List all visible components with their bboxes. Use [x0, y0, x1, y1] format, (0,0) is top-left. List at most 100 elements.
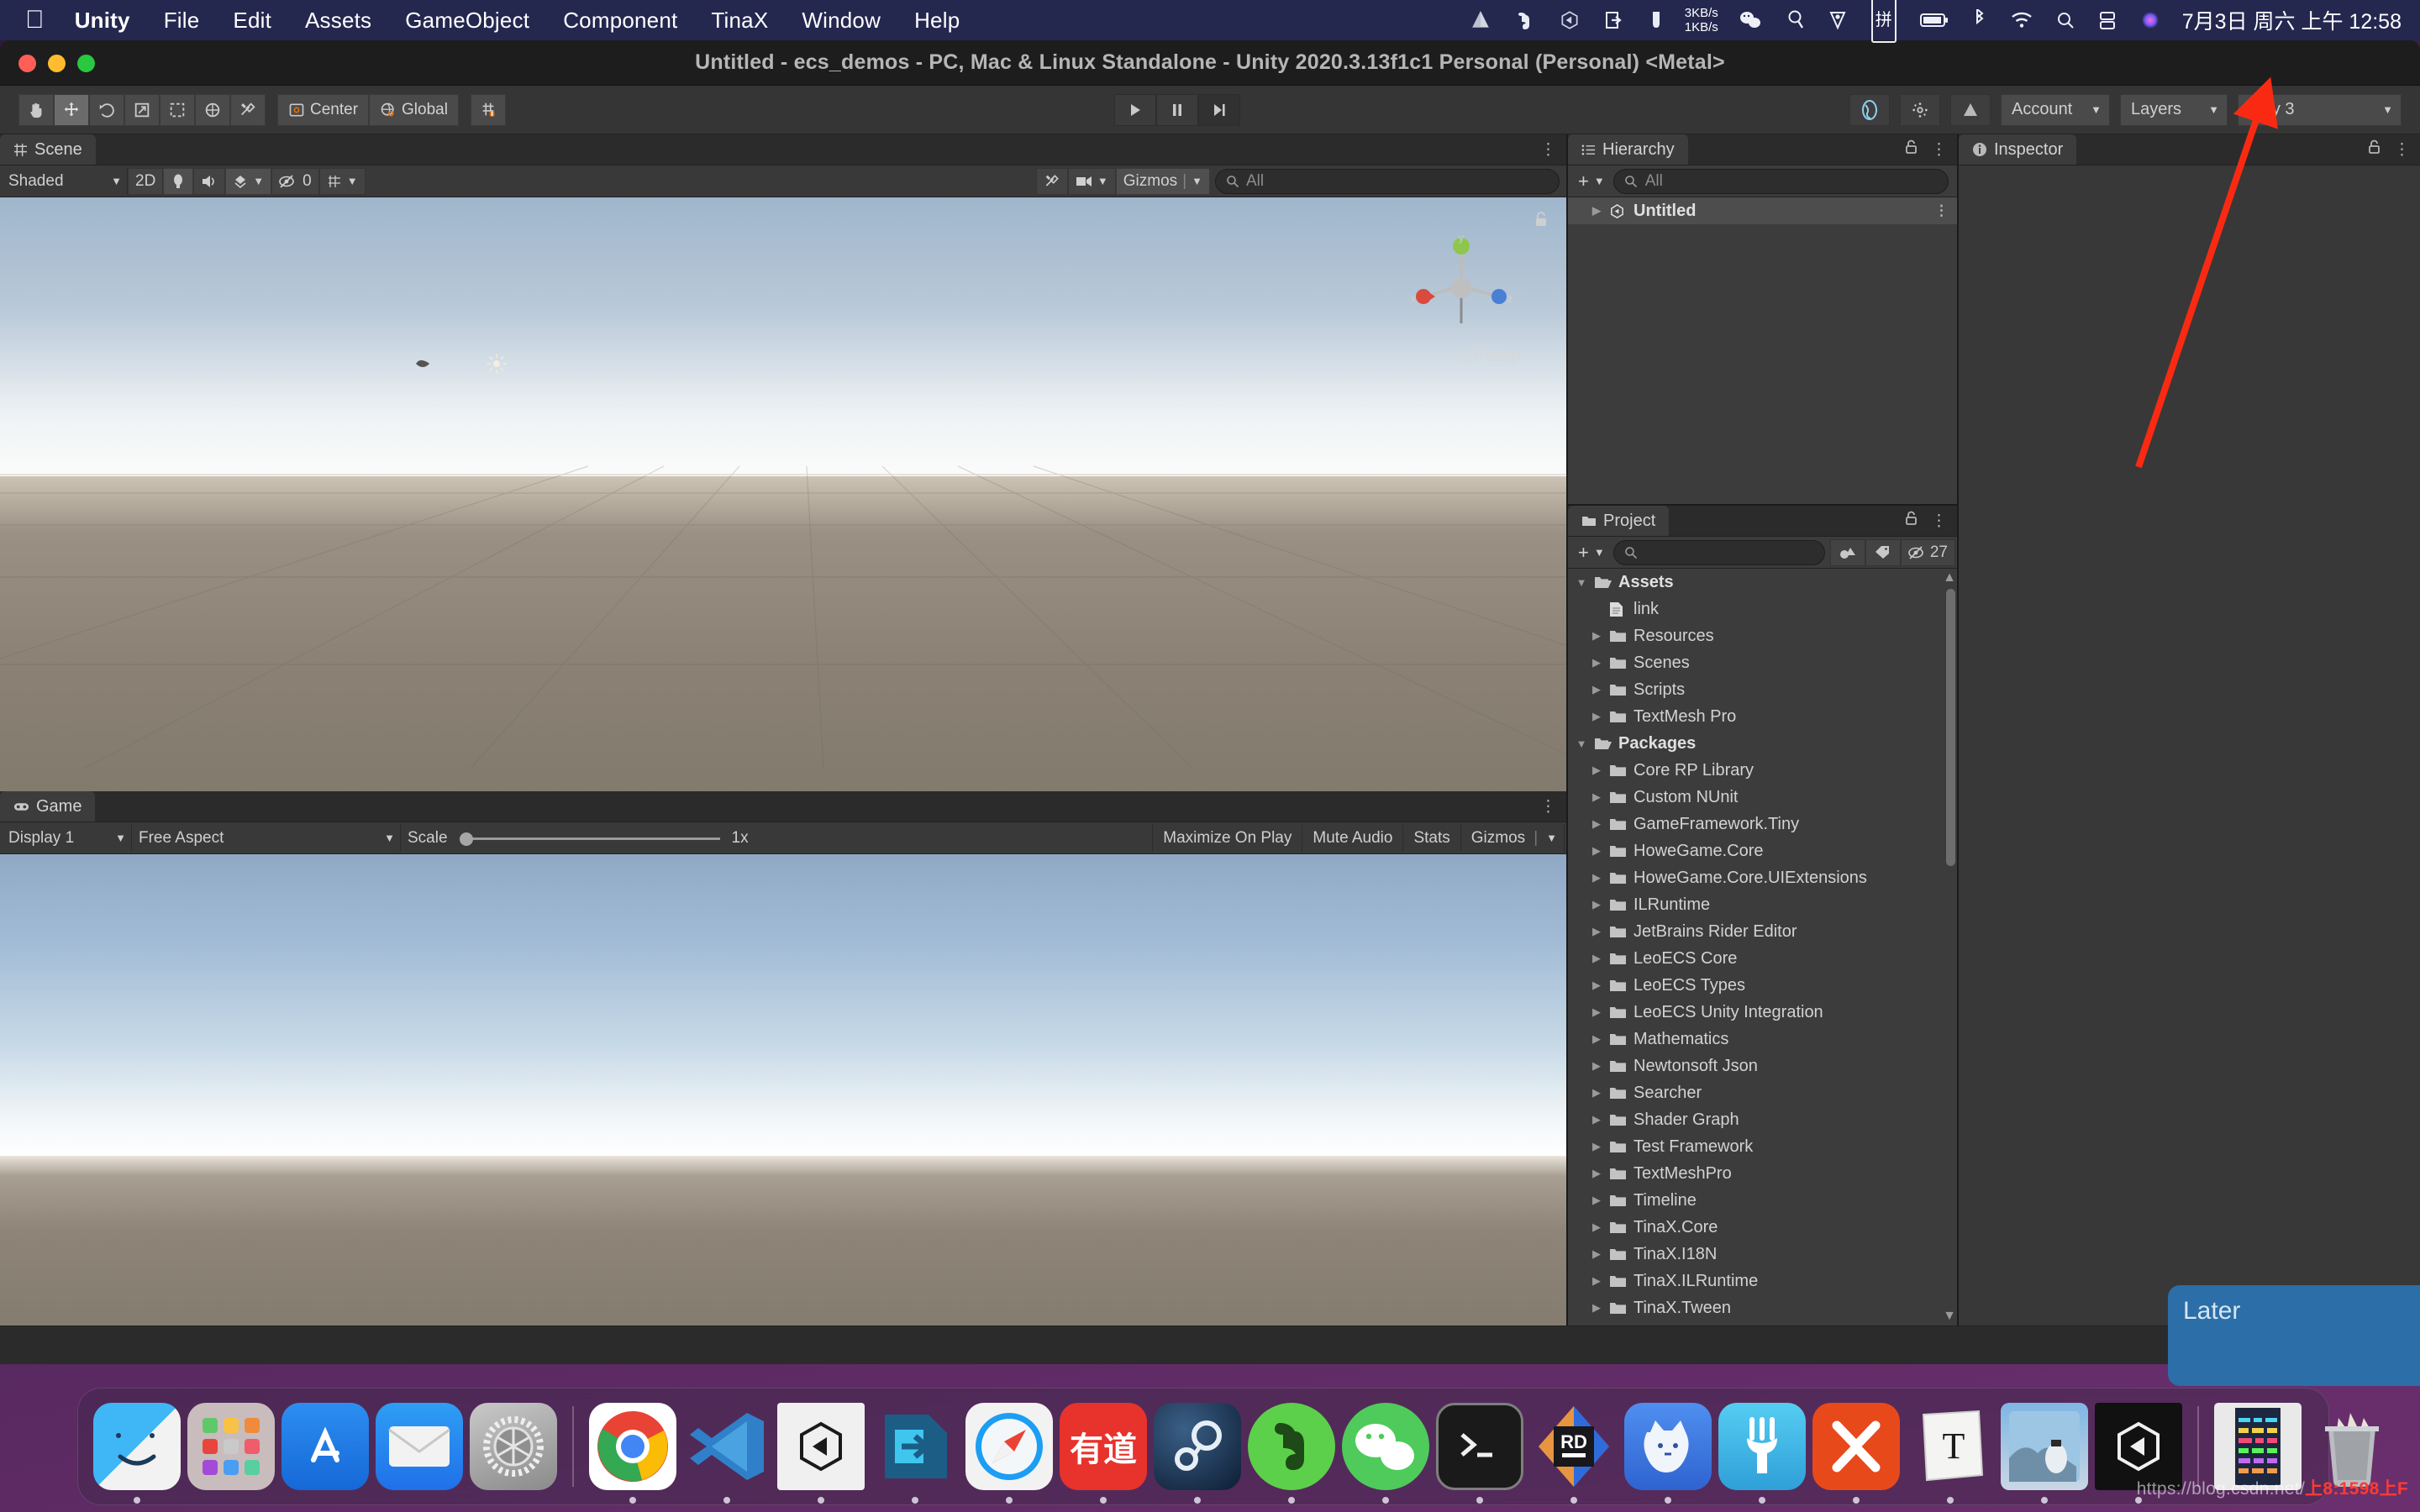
dock-item-bob-cat[interactable] — [1624, 1403, 1712, 1504]
inspector-content-area[interactable] — [1959, 165, 2420, 1326]
project-tree-row[interactable]: ▶ Resources — [1568, 622, 1957, 649]
notification-later-label[interactable]: Later — [2183, 1297, 2240, 1326]
scene-gizmos-dropdown[interactable]: Gizmos | ▼ — [1115, 167, 1210, 195]
project-tree-row[interactable]: ▶ TinaX.Tween — [1568, 1294, 1957, 1321]
expand-arrow-icon[interactable]: ▶ — [1590, 1167, 1603, 1180]
minimize-window-button[interactable] — [48, 55, 66, 72]
pause-button[interactable] — [1156, 93, 1199, 126]
tab-scene[interactable]: Scene — [0, 134, 96, 165]
pivot-rotation-button[interactable]: Global — [369, 93, 459, 126]
dock-item-launchpad[interactable] — [187, 1403, 275, 1490]
expand-arrow-icon[interactable]: ▶ — [1590, 1221, 1603, 1234]
close-window-button[interactable] — [18, 55, 36, 72]
project-tree-row[interactable]: ▶ TinaX.Core — [1568, 1214, 1957, 1241]
scale-slider[interactable] — [459, 832, 720, 846]
project-tree-row[interactable]: ▶ TextMeshPro — [1568, 1160, 1957, 1187]
project-tree-row[interactable]: ▶ Test Framework — [1568, 1133, 1957, 1160]
project-panel-menu-icon[interactable]: ⋮ — [1931, 512, 1947, 531]
expand-arrow-icon[interactable]: ▶ — [1590, 1032, 1603, 1046]
filter-by-type-button[interactable] — [1829, 538, 1865, 566]
menu-item-edit[interactable]: Edit — [216, 0, 288, 40]
unity-tray-icon[interactable] — [1547, 9, 1592, 31]
collapse-arrow-icon[interactable]: ▼ — [1575, 738, 1588, 750]
dock-item-youdao[interactable]: 有道 — [1060, 1403, 1147, 1504]
project-tree-row[interactable]: ▶ Core RP Library — [1568, 757, 1957, 784]
dock-item-transmit[interactable] — [871, 1403, 959, 1504]
dock-item-typora[interactable]: T — [1907, 1403, 1994, 1504]
expand-arrow-icon[interactable]: ▶ — [1590, 898, 1603, 911]
game-gizmos-dropdown[interactable]: Gizmos | ▼ — [1460, 824, 1565, 852]
dock-item-fork[interactable] — [1718, 1403, 1806, 1504]
inspector-panel-menu-icon[interactable]: ⋮ — [2394, 140, 2410, 160]
dock-item-terminal[interactable] — [1436, 1403, 1523, 1504]
project-tree-row[interactable]: ▶ Timeline — [1568, 1187, 1957, 1214]
mute-audio-button[interactable]: Mute Audio — [1302, 824, 1404, 852]
scroll-down-icon[interactable]: ▼ — [1943, 1309, 1956, 1324]
project-tree-row[interactable]: ▶ JetBrains Rider Editor — [1568, 918, 1957, 945]
project-search-input[interactable] — [1612, 539, 1825, 565]
input-method-icon[interactable]: 拼 — [1860, 0, 1908, 43]
project-tree-row[interactable]: ▶ LeoECS Unity Integration — [1568, 999, 1957, 1026]
layers-dropdown[interactable]: Layers ▼ — [2120, 93, 2228, 126]
dock-item-unity-hub[interactable] — [777, 1403, 865, 1504]
project-tree-row[interactable]: ▶ Scenes — [1568, 649, 1957, 676]
wechat-tray-icon[interactable] — [1727, 10, 1774, 30]
magnet-tray-icon[interactable] — [1774, 9, 1816, 31]
project-add-button[interactable]: + ▼ — [1570, 539, 1613, 566]
display-dropdown[interactable]: Display 1 ▼ — [2, 824, 132, 852]
dock-item-safari[interactable] — [965, 1403, 1053, 1504]
window-controls[interactable] — [18, 55, 95, 72]
scroll-up-icon[interactable]: ▲ — [1943, 570, 1956, 585]
project-tree-row[interactable]: ▶ Scripts — [1568, 676, 1957, 703]
scene-projection-label[interactable]: ◁ Persp — [1455, 345, 1520, 366]
scale-slider-handle[interactable] — [459, 832, 473, 846]
expand-arrow-icon[interactable]: ▶ — [1590, 656, 1603, 669]
apple-menu-icon[interactable]:  — [18, 0, 58, 40]
project-tree-row[interactable]: ▶ Searcher — [1568, 1079, 1957, 1106]
battery-icon[interactable] — [1908, 12, 1960, 29]
project-tree-row[interactable]: ▶ HoweGame.Core.UIExtensions — [1568, 864, 1957, 891]
expand-arrow-icon[interactable]: ▶ — [1590, 925, 1603, 938]
dock-item-app-store[interactable] — [281, 1403, 369, 1490]
project-tree-row[interactable]: ▼ Packages — [1568, 730, 1957, 757]
dock-item-evernote[interactable] — [1248, 1403, 1335, 1504]
expand-arrow-icon[interactable]: ▶ — [1590, 764, 1603, 777]
siri-icon[interactable] — [2128, 10, 2172, 30]
hierarchy-row-untitled[interactable]: ▶ Untitled ⋮ — [1568, 197, 1957, 224]
project-hidden-count-button[interactable]: 27 — [1900, 538, 1955, 566]
expand-arrow-icon[interactable]: ▶ — [1590, 1301, 1603, 1315]
scene-visibility-toggle[interactable]: 0 — [271, 167, 319, 195]
rotate-tool-button[interactable] — [89, 93, 124, 126]
dock-item-chrome[interactable] — [589, 1403, 676, 1504]
project-tree-row[interactable]: ▶ Mathematics — [1568, 1026, 1957, 1053]
hierarchy-panel-menu-icon[interactable]: ⋮ — [1931, 140, 1947, 160]
menu-item-tinax[interactable]: TinaX — [694, 0, 785, 40]
dock-item-finder[interactable] — [93, 1403, 181, 1504]
expand-arrow-icon[interactable]: ▶ — [1590, 1113, 1603, 1126]
dock-item-photos[interactable] — [2001, 1403, 2088, 1504]
dock-item-steam[interactable] — [1154, 1403, 1241, 1504]
project-tree-row[interactable]: ▶ ILRuntime — [1568, 891, 1957, 918]
menu-item-file[interactable]: File — [147, 0, 217, 40]
tab-game[interactable]: Game — [0, 791, 96, 822]
play-button[interactable] — [1114, 93, 1157, 126]
scene-orientation-gizmo[interactable]: y x z — [1407, 231, 1516, 340]
expand-arrow-icon[interactable]: ▶ — [1590, 629, 1603, 643]
inspector-lock-icon[interactable] — [2368, 139, 2381, 160]
hierarchy-row-menu-icon[interactable]: ⋮ — [1934, 202, 1957, 219]
project-tree-row[interactable]: ▶ HoweGame.Core — [1568, 837, 1957, 864]
dock-item-vscode[interactable] — [683, 1403, 771, 1504]
scene-object-gizmo-cube[interactable] — [413, 355, 432, 375]
project-tree-row[interactable]: ▶ Custom NUnit — [1568, 784, 1957, 811]
expand-arrow-icon[interactable]: ▶ — [1590, 1059, 1603, 1073]
expand-arrow-icon[interactable]: ▶ — [1590, 979, 1603, 992]
wifi-icon[interactable] — [1999, 11, 2044, 29]
scene-tools-button[interactable] — [1035, 167, 1068, 195]
hierarchy-tree[interactable]: ▶ Untitled ⋮ — [1568, 197, 1957, 504]
project-tree-row[interactable]: ▶ GameFramework.Tiny — [1568, 811, 1957, 837]
scene-search-input[interactable]: All — [1215, 168, 1560, 194]
expand-arrow-icon[interactable]: ▶ — [1590, 1005, 1603, 1019]
unity-hub-tray-icon[interactable] — [1458, 9, 1503, 31]
project-tree-row[interactable]: ▶ TinaX.I18N — [1568, 1241, 1957, 1268]
hand-tool-button[interactable] — [18, 93, 54, 126]
